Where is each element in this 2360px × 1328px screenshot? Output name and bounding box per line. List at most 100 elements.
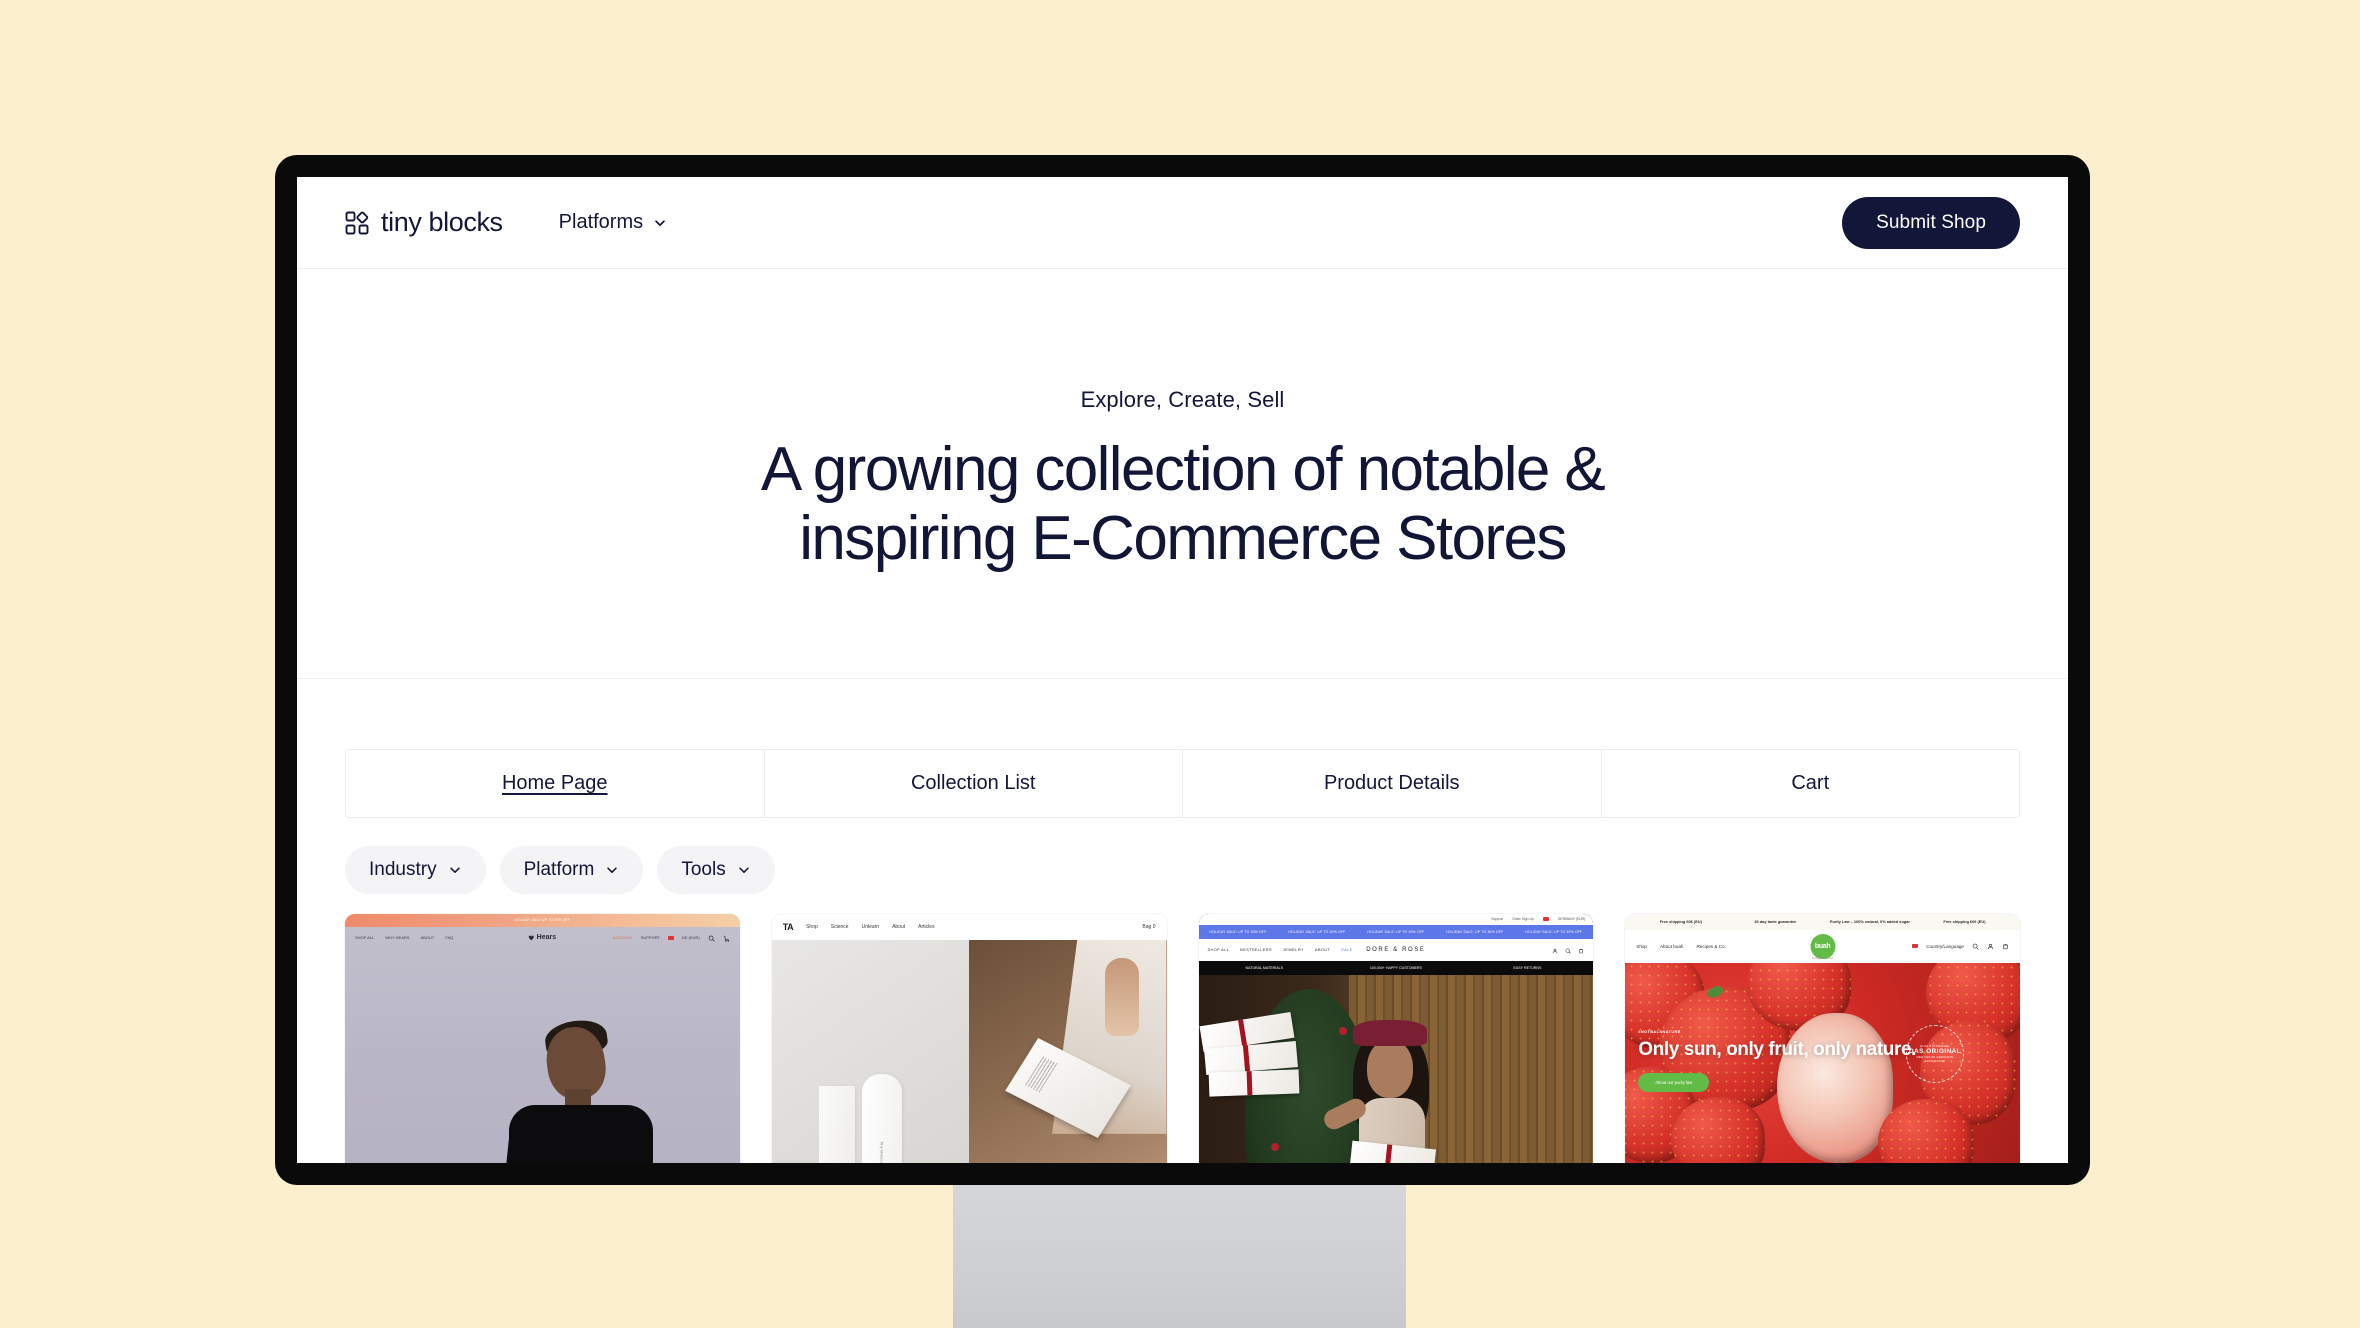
- card-announcement-text: 30 day taste guarantee: [1754, 919, 1797, 925]
- card-headline: Only sun, only fruit, only nature.: [1638, 1038, 1917, 1060]
- card-locale: Country/Language: [1926, 943, 1964, 949]
- store-card-buah[interactable]: Free shipping 60€ (EU) · 30 day taste gu…: [1625, 913, 2020, 1163]
- card-announcement-bar: HOLIDAY SALE: UP TO 30% OFF HOLIDAY SALE…: [1198, 924, 1594, 939]
- chevron-down-icon: [737, 863, 751, 877]
- quality-seal-badge: QUALITÄTSSIEGEL DAS ORIGINAL DER NATUR G…: [1906, 1024, 1964, 1083]
- filter-platform[interactable]: Platform: [499, 845, 644, 894]
- account-icon: [1987, 937, 1994, 955]
- card-announcement-text: Free shipping 60€ (EU): [1943, 919, 1986, 925]
- tab-home-page[interactable]: Home Page: [346, 749, 765, 817]
- nav-item-platforms[interactable]: Platforms: [555, 203, 671, 242]
- product-carton: [818, 1085, 855, 1163]
- hero-eyebrow: Explore, Create, Sell: [1080, 387, 1285, 412]
- card-announcement-bar: Free shipping 60€ (EU) · 30 day taste gu…: [1625, 913, 2020, 930]
- card-util-link: Support: [1491, 917, 1504, 922]
- card-announcement-text: Free shipping 60€ (EU): [1659, 919, 1702, 925]
- monitor-stand: [953, 1185, 1406, 1328]
- chevron-down-icon: [448, 863, 462, 877]
- site-header: tiny blocks Platforms Submit Shop: [297, 177, 2068, 269]
- tab-cart[interactable]: Cart: [1601, 749, 2019, 817]
- card-nav-link: SHOP ALL: [355, 935, 375, 941]
- card-nav-link: SALE: [1341, 947, 1353, 953]
- card-nav-link: Unlearn: [861, 923, 880, 930]
- cart-icon: [2002, 937, 2009, 955]
- filter-industry-label: Industry: [369, 858, 437, 880]
- card-locale: DE (EUR): [681, 935, 700, 941]
- card-nav-right: ACCOUNT SUPPORT DE (EUR): [613, 929, 730, 947]
- store-card-dore-rose[interactable]: Support Order Sign Up GERMANY (EUR) HOLI…: [1198, 913, 1594, 1163]
- hero-section: Explore, Create, Sell A growing collecti…: [297, 269, 2068, 679]
- card-trust-strip: NATURAL MATERIALS 100,000+ HAPPY CUSTOME…: [1198, 960, 1594, 975]
- card-nav-link: SHOP ALL: [1207, 947, 1230, 953]
- trust-item: EASY RETURNS: [1513, 965, 1542, 970]
- card-nav-link: FAQ: [445, 935, 454, 941]
- card-brand-logo: buah: [1810, 933, 1836, 959]
- card-brand-name: Hears: [536, 934, 557, 942]
- card-nav: SHOP ALL WHY HEARS ABOUT FAQ Hears ACCOU…: [345, 927, 740, 949]
- tabs-container: Home Page Collection List Product Detail…: [297, 678, 2068, 818]
- gift-box: [1208, 1069, 1299, 1097]
- store-card-ta-skincare[interactable]: TA Shop Science Unlearn About Articles B…: [771, 913, 1167, 1163]
- flag-icon: [1542, 917, 1549, 922]
- view-tabs: Home Page Collection List Product Detail…: [345, 748, 2020, 818]
- brand-logo[interactable]: tiny blocks: [345, 207, 503, 238]
- face-shape: [1366, 1039, 1413, 1098]
- search-icon: [1565, 941, 1571, 959]
- cart-icon: [723, 929, 730, 947]
- card-announcement-text: Purity Law – 100% natural, 0% added suga…: [1829, 919, 1910, 925]
- trust-item: 100,000+ HAPPY CUSTOMERS: [1369, 965, 1422, 970]
- hero-title-line1: A growing collection of notable &: [760, 435, 1606, 504]
- header-actions: Submit Shop: [1842, 196, 2020, 249]
- product-label: Tiny Molecule Lotion: [879, 1141, 885, 1163]
- search-icon: [708, 929, 715, 947]
- product-photo-right: [969, 939, 1167, 1163]
- flag-icon: [1912, 944, 1919, 949]
- headband-shape: [1352, 1019, 1427, 1046]
- page-title: A growing collection of notable & inspir…: [683, 435, 1683, 574]
- card-util-link: Order Sign Up: [1512, 917, 1534, 922]
- card-nav-icons: [1552, 941, 1584, 959]
- main-nav: Platforms: [555, 203, 671, 242]
- card-announcement-text: HOLIDAY SALE UP TO 30% OFF: [514, 918, 571, 923]
- strawberry: [1878, 1098, 1974, 1163]
- strawberry-cut: [1777, 1012, 1894, 1163]
- submit-shop-button[interactable]: Submit Shop: [1842, 196, 2020, 249]
- product-tube: Tiny Molecule Lotion: [861, 1073, 902, 1163]
- store-card-hears[interactable]: HOLIDAY SALE UP TO 30% OFF SHOP ALL WHY …: [345, 913, 740, 1163]
- card-nav-link: Recipes & Co.: [1696, 943, 1726, 949]
- filter-industry[interactable]: Industry: [345, 845, 486, 894]
- search-icon: [1972, 937, 1979, 955]
- card-brand-tagline: fruchtig pur & lecker: [1811, 956, 1834, 960]
- cart-icon: [1578, 941, 1584, 959]
- flag-icon: [667, 935, 674, 940]
- card-nav: SHOP ALL BESTSELLERS JEWELRY ABOUT SALE …: [1198, 938, 1594, 961]
- card-nav-link: BESTSELLERS: [1240, 947, 1272, 953]
- chevron-down-icon: [605, 863, 619, 877]
- card-hero: #NOTBALSNATURE Only sun, only fruit, onl…: [1625, 962, 2020, 1163]
- browser-viewport: tiny blocks Platforms Submit Shop Explor…: [297, 177, 2068, 1163]
- card-nav-link: Shop: [1636, 943, 1647, 949]
- card-announcement-bar: HOLIDAY SALE UP TO 30% OFF: [345, 913, 740, 927]
- card-nav-link: Articles: [918, 923, 935, 930]
- card-announcement-text: HOLIDAY SALE: UP TO 30% OFF: [1525, 929, 1583, 934]
- card-utility-bar: Support Order Sign Up GERMANY (EUR): [1198, 913, 1594, 925]
- seal-main-text: DAS ORIGINAL: [1908, 1048, 1962, 1056]
- filter-platform-label: Platform: [523, 858, 595, 880]
- filter-tools[interactable]: Tools: [657, 845, 775, 894]
- account-icon: [1552, 941, 1558, 959]
- card-announcement-text: HOLIDAY SALE: UP TO 30% OFF: [1209, 929, 1267, 934]
- monitor-bezel: tiny blocks Platforms Submit Shop Explor…: [275, 155, 2090, 1185]
- card-nav-link: About buah: [1659, 943, 1684, 949]
- card-nav-link: Shop: [806, 923, 818, 930]
- card-hero: Tiny Molecule Lotion: [771, 939, 1167, 1163]
- card-brand-logo: TA: [782, 921, 794, 932]
- card-nav: TA Shop Science Unlearn About Articles B…: [771, 913, 1167, 940]
- tab-product-details[interactable]: Product Details: [1183, 749, 1602, 817]
- filter-bar: Industry Platform Tools: [297, 817, 2068, 914]
- card-hero: ★★★★★Rated 4.8 out of 5 by 100,000+ cust…: [1198, 974, 1594, 1163]
- tab-collection-list[interactable]: Collection List: [764, 749, 1183, 817]
- card-cta-button[interactable]: About our purity law: [1638, 1072, 1710, 1092]
- card-nav-link: About: [892, 923, 906, 930]
- product-photo-left: Tiny Molecule Lotion: [771, 939, 970, 1163]
- card-nav-link: Science: [830, 923, 849, 930]
